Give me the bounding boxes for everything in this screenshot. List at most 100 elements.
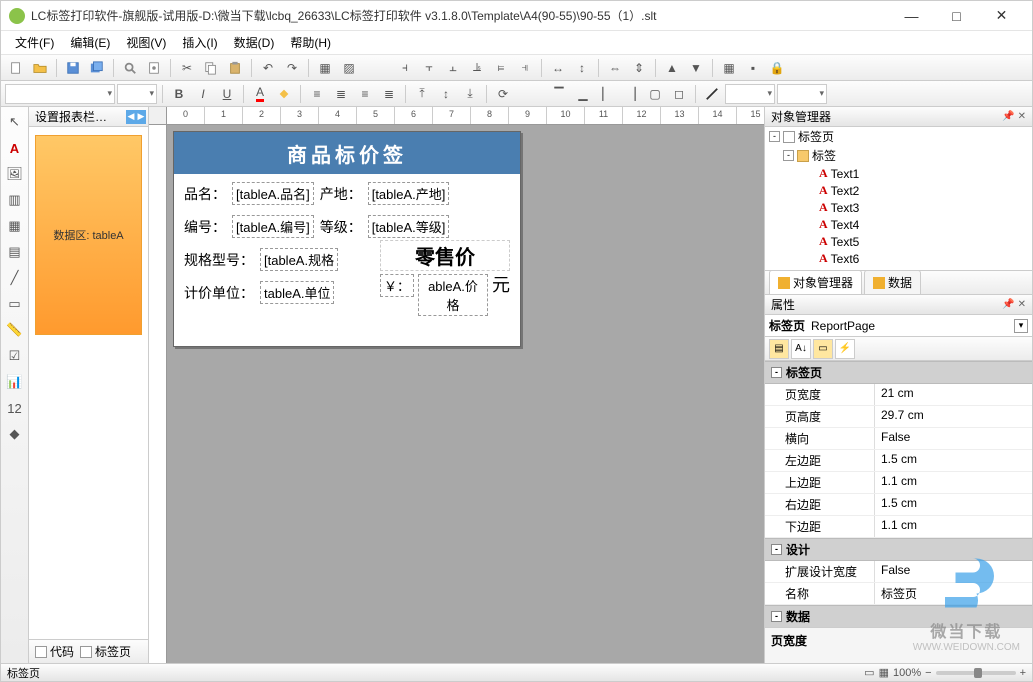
font-size-select[interactable] [117, 84, 157, 104]
paste-button[interactable] [224, 57, 246, 79]
prop-row[interactable]: 下边距1.1 cm [765, 516, 1032, 538]
border-all-button[interactable]: ▢ [644, 83, 666, 105]
grid-button[interactable]: ▦ [718, 57, 740, 79]
align-center-button[interactable]: ⫟ [418, 57, 440, 79]
text-left-button[interactable]: ≡ [306, 83, 328, 105]
text-right-button[interactable]: ≡ [354, 83, 376, 105]
prop-value[interactable]: 1.5 cm [875, 450, 1032, 471]
prop-category[interactable]: -设计 [765, 538, 1032, 561]
panel-prev-button[interactable]: ◀ [126, 110, 136, 124]
rotate-button[interactable]: ⟳ [492, 83, 514, 105]
border-right-button[interactable]: ▕ [620, 83, 642, 105]
dist-v-button[interactable]: ⇕ [628, 57, 650, 79]
open-button[interactable] [29, 57, 51, 79]
label-paper[interactable]: 商品标价签 品名：[tableA.品名]产地：[tableA.产地]编号：[ta… [173, 131, 521, 347]
barcode-tool[interactable]: ▥ [4, 189, 26, 211]
preview-button[interactable] [119, 57, 141, 79]
snap-button[interactable]: ▪ [742, 57, 764, 79]
tree-item[interactable]: A Text5 [765, 233, 1032, 250]
zoom-out-button[interactable]: − [925, 667, 931, 679]
menu-file[interactable]: 文件(F) [7, 31, 62, 54]
line-style-select[interactable] [777, 84, 827, 104]
border-top-button[interactable]: ▔ [548, 83, 570, 105]
align-top-button[interactable]: ⫡ [466, 57, 488, 79]
shape-tool[interactable]: ◆ [4, 423, 26, 445]
prop-value[interactable]: 29.7 cm [875, 406, 1032, 427]
design-canvas[interactable]: 0123456789101112131415 商品标价签 品名：[tableA.… [149, 107, 764, 663]
underline-button[interactable]: U [216, 83, 238, 105]
same-height-button[interactable]: ↕ [571, 57, 593, 79]
copy-button[interactable] [200, 57, 222, 79]
prop-alpha-button[interactable]: A↓ [791, 339, 811, 359]
cut-button[interactable]: ✂ [176, 57, 198, 79]
ruler-tool[interactable]: 📏 [4, 319, 26, 341]
expand-icon[interactable]: - [771, 367, 782, 378]
text-tool[interactable]: A [4, 137, 26, 159]
field-value[interactable]: [tableA.规格 [260, 248, 338, 271]
fill-color-button[interactable] [273, 83, 295, 105]
prop-events-button[interactable]: ⚡ [835, 339, 855, 359]
minimize-button[interactable]: — [889, 2, 934, 30]
object-tree[interactable]: -标签页 -标签 A Text1A Text2A Text3A Text4A T… [765, 127, 1032, 271]
valign-mid-button[interactable]: ↕ [435, 83, 457, 105]
prop-row[interactable]: 横向False [765, 428, 1032, 450]
font-color-button[interactable]: A [249, 83, 271, 105]
field-value[interactable]: [tableA.产地] [368, 182, 450, 205]
redo-button[interactable]: ↷ [281, 57, 303, 79]
tree-item[interactable]: A Text6 [765, 250, 1032, 267]
line-tool[interactable]: ╱ [4, 267, 26, 289]
menu-edit[interactable]: 编辑(E) [62, 31, 118, 54]
expand-icon[interactable]: - [771, 544, 782, 555]
line-width-select[interactable] [725, 84, 775, 104]
maximize-button[interactable]: □ [934, 2, 979, 30]
menu-view[interactable]: 视图(V) [118, 31, 174, 54]
rect-tool[interactable]: ▭ [4, 293, 26, 315]
pin-icon[interactable]: 📌 [1002, 299, 1014, 310]
zoom-slider[interactable] [936, 671, 1016, 675]
group-button[interactable]: ▦ [314, 57, 336, 79]
tab-label-page[interactable]: 标签页 [80, 643, 131, 660]
field-value[interactable]: tableA.单位 [260, 281, 334, 304]
dist-h-button[interactable]: ⇔ [604, 57, 626, 79]
data-region-thumb[interactable]: 数据区: tableA [35, 135, 142, 335]
pin-icon[interactable]: 📌 [1002, 111, 1014, 122]
prop-value[interactable]: 标签页 [875, 583, 1032, 604]
tree-item[interactable]: A Text3 [765, 199, 1032, 216]
tab-code[interactable]: 代码 [35, 643, 74, 660]
field-value[interactable]: [tableA.等级] [368, 215, 450, 238]
align-right-button[interactable]: ⫠ [442, 57, 464, 79]
label-title[interactable]: 商品标价签 [174, 132, 520, 174]
field-value[interactable]: [tableA.品名] [232, 182, 314, 205]
lock-button[interactable]: 🔒 [766, 57, 788, 79]
prop-categorized-button[interactable]: ▤ [769, 339, 789, 359]
tab-object-manager[interactable]: 对象管理器 [769, 270, 862, 294]
align-bottom-button[interactable]: ⫣ [514, 57, 536, 79]
save-all-button[interactable] [86, 57, 108, 79]
close-panel-icon[interactable]: ✕ [1018, 299, 1026, 310]
ungroup-button[interactable]: ▨ [338, 57, 360, 79]
align-middle-button[interactable]: ⫢ [490, 57, 512, 79]
italic-button[interactable]: I [192, 83, 214, 105]
border-bottom-button[interactable]: ▁ [572, 83, 594, 105]
tree-toggle-icon[interactable]: - [783, 150, 794, 161]
menu-data[interactable]: 数据(D) [226, 31, 283, 54]
table-tool[interactable]: ▤ [4, 241, 26, 263]
prop-row[interactable]: 页高度29.7 cm [765, 406, 1032, 428]
page-setup-button[interactable] [143, 57, 165, 79]
close-button[interactable]: ✕ [979, 2, 1024, 30]
tab-data[interactable]: 数据 [864, 270, 921, 294]
bold-button[interactable]: B [168, 83, 190, 105]
prop-row[interactable]: 上边距1.1 cm [765, 472, 1032, 494]
undo-button[interactable]: ↶ [257, 57, 279, 79]
text-center-button[interactable]: ≣ [330, 83, 352, 105]
pointer-tool[interactable]: ↖ [4, 111, 26, 133]
prop-value[interactable]: 1.1 cm [875, 472, 1032, 493]
menu-insert[interactable]: 插入(I) [174, 31, 225, 54]
tree-item[interactable]: A Text2 [765, 182, 1032, 199]
prop-row[interactable]: 扩展设计宽度False [765, 561, 1032, 583]
menu-help[interactable]: 帮助(H) [282, 31, 339, 54]
prop-pages-button[interactable]: ▭ [813, 339, 833, 359]
line-color-button[interactable] [701, 83, 723, 105]
field-value[interactable]: [tableA.编号] [232, 215, 314, 238]
tree-item[interactable]: A Text1 [765, 165, 1032, 182]
